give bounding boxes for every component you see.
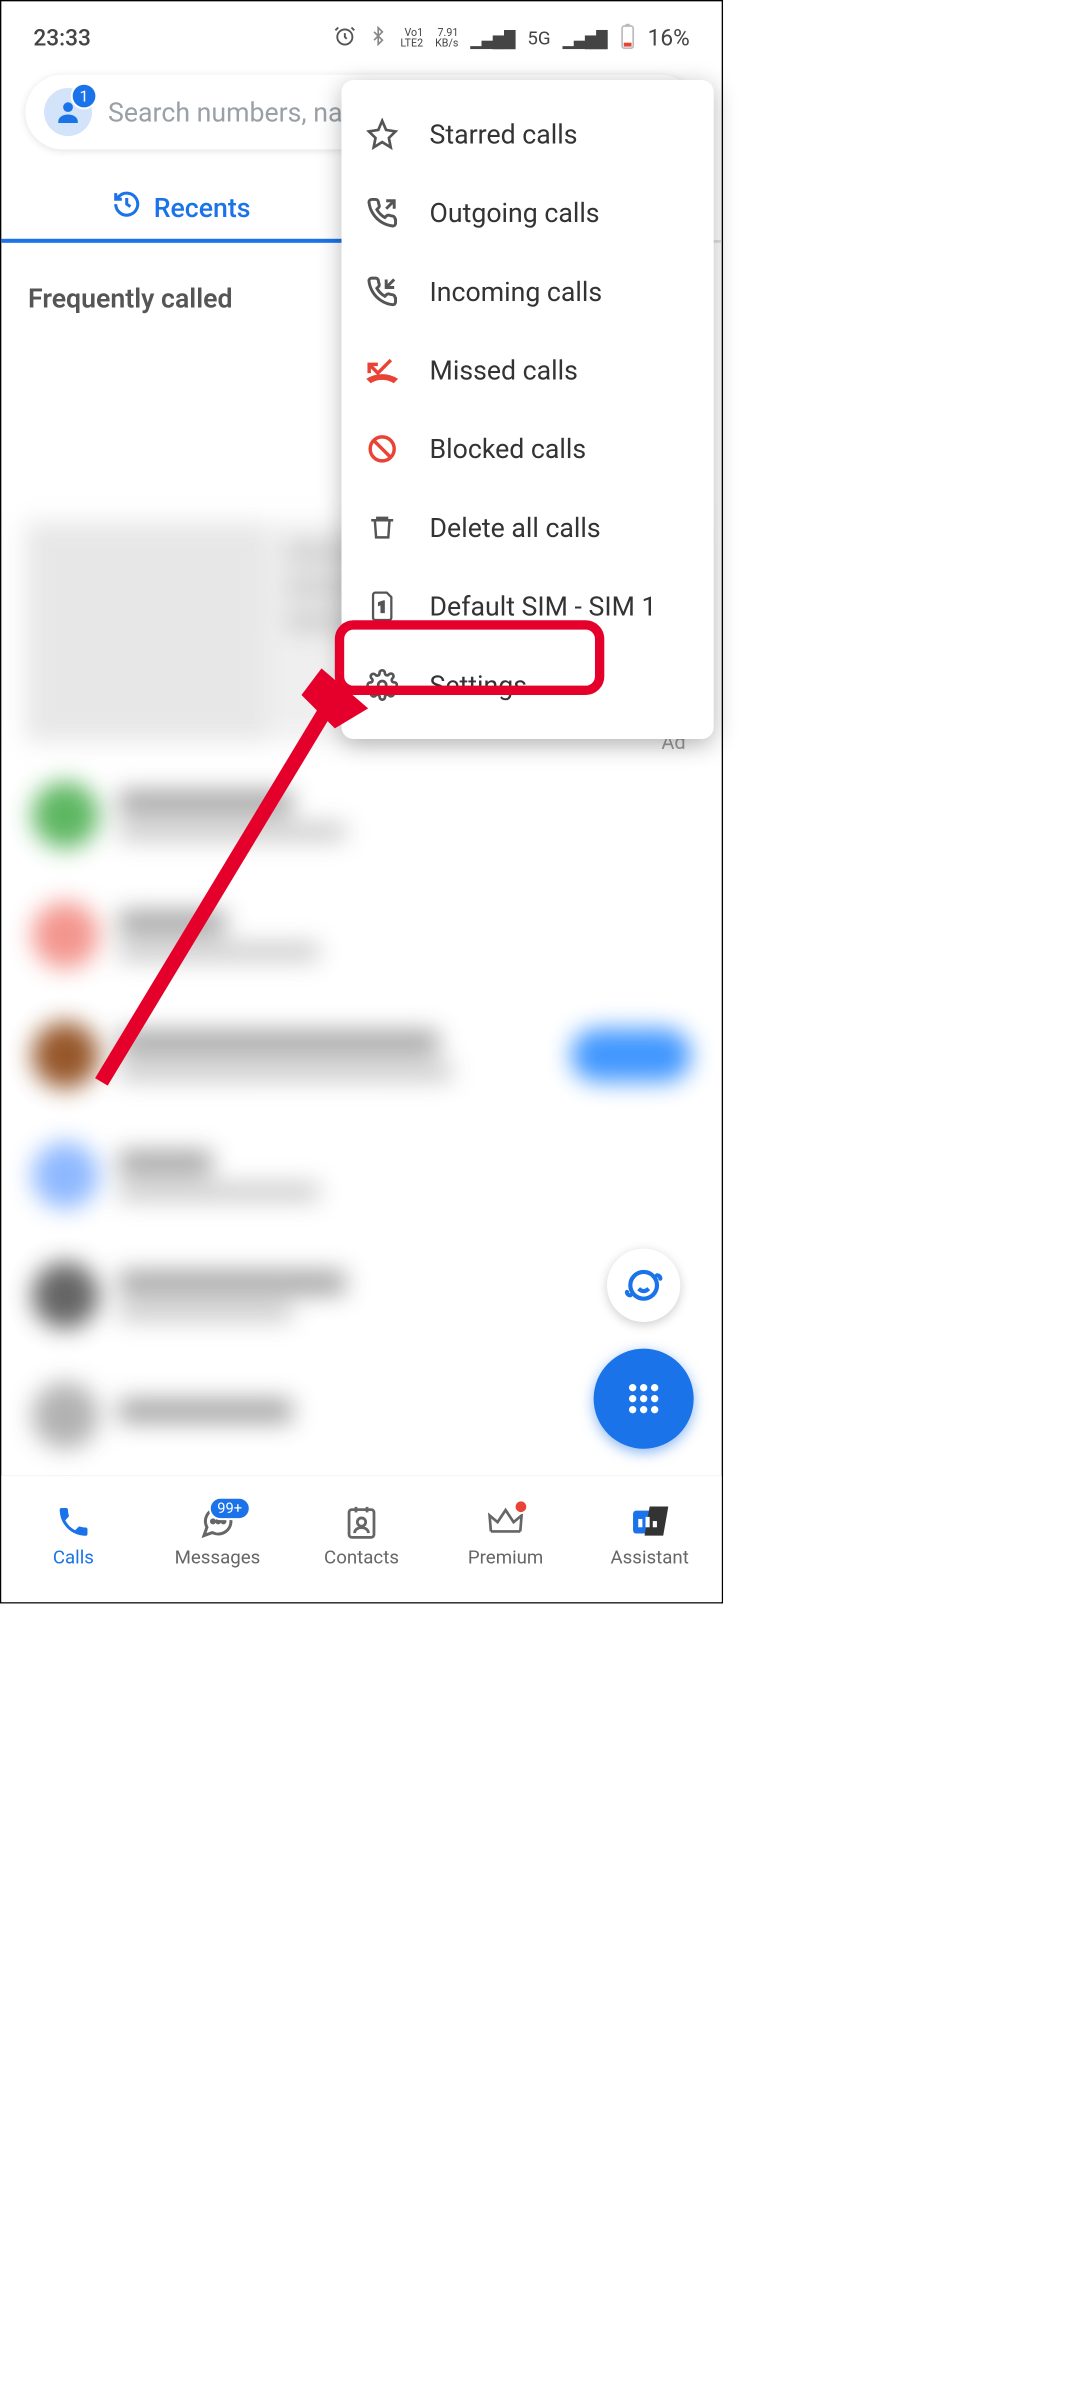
call-log-row[interactable]	[25, 875, 697, 995]
call-log-row[interactable]	[25, 995, 697, 1115]
call-log-row[interactable]	[25, 1115, 697, 1235]
battery-icon	[620, 22, 636, 53]
status-bar: 23:33 Vo1LTE2 7.91KB/s ▁▃▅▇ 5G ▁▃▅▇ 16%	[1, 1, 721, 74]
network-type: 5G	[527, 27, 550, 49]
block-icon	[364, 431, 400, 467]
alarm-icon	[334, 24, 357, 51]
menu-item-label: Starred calls	[430, 118, 578, 149]
bluetooth-icon	[368, 26, 388, 51]
menu-starred-calls[interactable]: Starred calls	[342, 95, 714, 174]
signal-icon-2: ▁▃▅▇	[563, 27, 608, 49]
nav-label: Messages	[175, 1546, 261, 1568]
volte-indicator: Vo1LTE2	[400, 27, 423, 48]
overflow-menu: Starred calls Outgoing calls Incoming ca…	[342, 80, 714, 739]
nav-calls[interactable]: Calls	[1, 1503, 145, 1568]
frequent-contact[interactable]	[172, 375, 252, 455]
message-icon: 99+	[199, 1503, 236, 1540]
battery-percent: 16%	[648, 25, 690, 52]
sim-icon: 1	[364, 588, 400, 624]
fab-dialpad[interactable]	[594, 1349, 694, 1449]
profile-avatar[interactable]: 1	[44, 88, 92, 136]
call-missed-icon	[364, 352, 400, 388]
phone-icon	[55, 1503, 92, 1540]
status-time: 23:33	[33, 25, 91, 52]
gear-icon	[364, 667, 400, 703]
bottom-nav: Calls 99+ Messages Contacts Premium	[1, 1475, 721, 1602]
tab-recents[interactable]: Recents	[1, 176, 361, 243]
assistant-icon	[631, 1503, 668, 1540]
fab-truecaller[interactable]	[607, 1249, 680, 1322]
nav-label: Premium	[468, 1546, 543, 1568]
call-log-row[interactable]	[25, 755, 697, 875]
trash-icon	[364, 510, 400, 546]
call-outgoing-icon	[364, 195, 400, 231]
menu-missed-calls[interactable]: Missed calls	[342, 331, 714, 410]
avatar-badge: 1	[71, 83, 98, 110]
svg-text:1: 1	[378, 598, 387, 616]
crown-icon	[487, 1503, 524, 1540]
menu-default-sim[interactable]: 1 Default SIM - SIM 1	[342, 567, 714, 646]
menu-item-label: Delete all calls	[430, 512, 601, 543]
nav-premium[interactable]: Premium	[434, 1503, 578, 1568]
menu-item-label: Missed calls	[430, 355, 578, 386]
messages-badge: 99+	[209, 1497, 251, 1520]
nav-messages[interactable]: 99+ Messages	[145, 1503, 289, 1568]
nav-label: Contacts	[324, 1546, 399, 1568]
signal-icon: ▁▃▅▇	[470, 27, 515, 49]
menu-outgoing-calls[interactable]: Outgoing calls	[342, 173, 714, 252]
premium-dot	[514, 1499, 529, 1514]
call-incoming-icon	[364, 273, 400, 309]
menu-item-label: Incoming calls	[430, 276, 603, 307]
frequent-contact[interactable]	[39, 375, 119, 455]
nav-assistant[interactable]: Assistant	[578, 1503, 722, 1568]
menu-delete-all-calls[interactable]: Delete all calls	[342, 488, 714, 567]
status-right: Vo1LTE2 7.91KB/s ▁▃▅▇ 5G ▁▃▅▇ 16%	[334, 22, 690, 53]
menu-item-label: Blocked calls	[430, 433, 587, 464]
tab-recents-label: Recents	[154, 192, 251, 223]
menu-incoming-calls[interactable]: Incoming calls	[342, 252, 714, 331]
nav-contacts[interactable]: Contacts	[289, 1503, 433, 1568]
menu-item-label: Outgoing calls	[430, 197, 600, 228]
contacts-icon	[343, 1503, 380, 1540]
history-icon	[112, 189, 141, 225]
nav-label: Calls	[53, 1546, 94, 1568]
menu-item-label: Default SIM - SIM 1	[430, 591, 657, 622]
menu-item-label: Settings	[430, 669, 527, 700]
network-speed: 7.91KB/s	[435, 27, 458, 48]
menu-settings[interactable]: Settings	[342, 646, 714, 725]
menu-blocked-calls[interactable]: Blocked calls	[342, 410, 714, 489]
nav-label: Assistant	[610, 1546, 688, 1568]
star-icon	[364, 116, 400, 152]
